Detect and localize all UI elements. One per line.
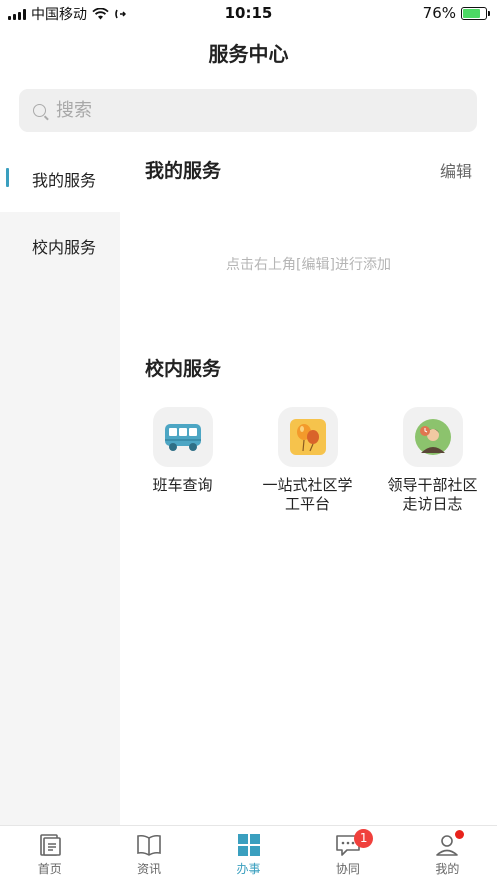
notification-badge: 1 xyxy=(354,829,374,848)
service-bus-query[interactable]: 班车查询 xyxy=(120,407,245,514)
home-doc-icon xyxy=(39,834,61,856)
service-label: 一站式社区学工平台 xyxy=(262,476,353,513)
service-label: 领导干部社区走访日志 xyxy=(387,476,478,513)
tab-label: 办事 xyxy=(236,862,261,876)
sidebar-item-label: 校内服务 xyxy=(32,237,97,257)
service-label: 班车查询 xyxy=(152,476,213,494)
empty-hint: 点击右上角[编辑]进行添加 xyxy=(226,257,391,273)
tab-services[interactable]: 办事 xyxy=(199,826,298,883)
leader-visit-icon xyxy=(414,419,451,455)
tab-profile[interactable]: 我的 xyxy=(398,826,497,883)
book-icon xyxy=(137,834,161,856)
tab-collaboration[interactable]: 协同 1 xyxy=(298,826,397,883)
sidebar-item-label: 我的服务 xyxy=(32,170,97,190)
tab-home[interactable]: 首页 xyxy=(0,826,99,883)
service-icon-tile xyxy=(402,407,463,467)
my-services-title: 我的服务 xyxy=(145,160,222,182)
service-icon-tile xyxy=(152,407,213,467)
main-content: 我的服务 编辑 点击右上角[编辑]进行添加 校内服务 班车查询 一站式社区学工平… xyxy=(120,145,497,825)
tab-bar: 首页 资讯 办事 协同 1 我的 xyxy=(0,825,497,883)
tab-label: 资讯 xyxy=(137,862,162,876)
tab-label: 协同 xyxy=(335,862,360,876)
status-bar: 中国移动 10:15 76% xyxy=(0,0,497,28)
tab-label: 首页 xyxy=(37,862,62,876)
battery-percent: 76% xyxy=(422,4,456,22)
search-bar[interactable] xyxy=(19,89,477,132)
status-right: 76% xyxy=(422,4,490,22)
balloons-icon xyxy=(289,419,326,455)
tab-news[interactable]: 资讯 xyxy=(99,826,198,883)
search-input[interactable] xyxy=(56,100,436,121)
bus-icon xyxy=(164,424,201,451)
service-grid: 班车查询 一站式社区学工平台 领导干部社区走访日志 xyxy=(120,407,497,514)
battery-icon xyxy=(461,6,490,20)
page-title: 服务中心 xyxy=(208,42,289,66)
sidebar-item-my-services[interactable]: 我的服务 xyxy=(0,145,120,212)
service-leader-visit-log[interactable]: 领导干部社区走访日志 xyxy=(370,407,495,514)
notification-dot xyxy=(454,830,464,839)
grid-icon xyxy=(237,834,260,856)
service-community-platform[interactable]: 一站式社区学工平台 xyxy=(245,407,370,514)
service-icon-tile xyxy=(277,407,338,467)
search-icon xyxy=(33,104,46,117)
tab-label: 我的 xyxy=(435,862,460,876)
sidebar-item-campus-services[interactable]: 校内服务 xyxy=(0,212,120,279)
sidebar: 我的服务 校内服务 xyxy=(0,145,120,825)
campus-services-title: 校内服务 xyxy=(145,358,222,380)
edit-button[interactable]: 编辑 xyxy=(440,158,472,182)
battery-fill xyxy=(463,8,480,18)
